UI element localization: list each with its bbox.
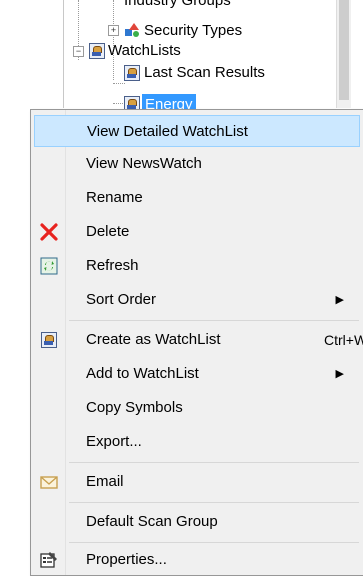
- properties-icon: [40, 552, 57, 568]
- tree-connector: [113, 83, 125, 84]
- menu-item-email[interactable]: Email: [34, 466, 360, 498]
- menu-item-delete[interactable]: Delete: [34, 216, 360, 248]
- menu-item-default-scan-group[interactable]: Default Scan Group: [34, 506, 360, 538]
- watchlist-icon: [124, 65, 140, 81]
- refresh-icon: [40, 257, 58, 275]
- expand-icon[interactable]: +: [108, 25, 119, 36]
- menu-item-view-newswatch[interactable]: View NewsWatch: [34, 148, 360, 180]
- menu-item-view-detailed-watchlist[interactable]: View Detailed WatchList: [34, 115, 360, 147]
- menu-item-sort-order[interactable]: Sort Order ▶: [34, 284, 360, 316]
- menu-separator: [69, 542, 359, 543]
- menu-item-refresh[interactable]: Refresh: [34, 250, 360, 282]
- menu-item-copy-symbols[interactable]: Copy Symbols: [34, 392, 360, 424]
- menu-separator: [69, 320, 359, 321]
- tree-item-watchlists[interactable]: WatchLists: [108, 40, 181, 60]
- delete-x-icon: [40, 223, 58, 241]
- tree-item-industry-groups[interactable]: Industry Groups: [124, 0, 231, 10]
- tree-view: Industry Groups + Security Types − Watch…: [63, 0, 337, 114]
- menu-item-create-as-watchlist[interactable]: Create as WatchList Ctrl+W: [34, 324, 363, 356]
- context-menu: View Detailed WatchList View NewsWatch R…: [30, 109, 363, 576]
- envelope-icon: [40, 476, 58, 489]
- watchlists-folder-icon: [89, 43, 105, 59]
- tree-item-security-types[interactable]: Security Types: [144, 20, 242, 40]
- watchlist-icon: [41, 332, 57, 348]
- vertical-scrollbar[interactable]: [336, 0, 351, 108]
- menu-item-rename[interactable]: Rename: [34, 182, 360, 214]
- menu-separator: [69, 502, 359, 503]
- collapse-icon[interactable]: −: [73, 46, 84, 57]
- security-types-icon: [125, 23, 139, 37]
- menu-item-add-to-watchlist[interactable]: Add to WatchList ▶: [34, 358, 360, 390]
- menu-item-properties[interactable]: Properties...: [34, 544, 360, 576]
- submenu-arrow-icon: ▶: [335, 368, 344, 380]
- menu-separator: [69, 462, 359, 463]
- menu-item-export[interactable]: Export...: [34, 426, 360, 458]
- scrollbar-thumb[interactable]: [339, 0, 349, 100]
- tree-item-last-scan-results[interactable]: Last Scan Results: [144, 62, 265, 82]
- submenu-arrow-icon: ▶: [335, 294, 344, 306]
